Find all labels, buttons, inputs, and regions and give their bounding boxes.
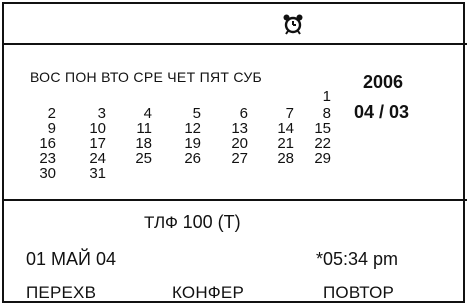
calendar-month-day: 04 / 03 — [354, 102, 410, 122]
calendar-weekday-header: ВОС ПОН ВТО СРЕ ЧЕТ ПЯТ СУБ — [30, 69, 263, 85]
current-date: 01 МАЙ 04 — [26, 249, 116, 269]
header-divider — [2, 43, 467, 45]
calendar-day: 31 — [89, 165, 106, 182]
calendar-day: 28 — [277, 150, 294, 167]
calendar-day: 15 — [314, 120, 331, 137]
calendar-day: 18 — [135, 135, 152, 152]
calendar-day: 25 — [135, 150, 152, 167]
line-number: 100 (T) — [182, 212, 241, 232]
calendar-day: 6 — [239, 105, 248, 122]
calendar-day: 1 — [322, 88, 331, 105]
calendar-day: 23 — [39, 150, 56, 167]
calendar-day: 27 — [231, 150, 248, 167]
calendar-divider — [2, 199, 467, 201]
line-label: ТЛФ — [144, 213, 178, 232]
alarm-clock-icon — [283, 14, 303, 35]
current-time: *05:34 pm — [316, 249, 399, 269]
calendar-day: 30 — [39, 165, 56, 182]
calendar-day: 16 — [39, 135, 56, 152]
calendar-day: 14 — [277, 120, 294, 137]
calendar-day: 2 — [47, 105, 56, 122]
calendar-day: 24 — [89, 150, 106, 167]
calendar-day: 17 — [89, 135, 106, 152]
calendar-day: 5 — [192, 105, 201, 122]
calendar-day: 9 — [47, 120, 56, 137]
softkey-pickup[interactable]: ПЕРЕХВ — [26, 283, 96, 303]
line-status: ТЛФ 100 (T) — [144, 212, 241, 233]
calendar-day: 21 — [277, 135, 294, 152]
calendar-day: 11 — [136, 120, 152, 137]
calendar-day: 20 — [231, 135, 248, 152]
calendar-day: 29 — [314, 150, 331, 167]
softkey-redial[interactable]: ПОВТОР — [323, 283, 394, 303]
calendar-day: 19 — [184, 135, 201, 152]
calendar-year: 2006 — [363, 72, 404, 92]
calendar-day: 4 — [143, 105, 152, 122]
calendar-day: 8 — [322, 105, 331, 122]
calendar-day: 10 — [89, 120, 106, 137]
calendar-day: 7 — [285, 105, 294, 122]
calendar-day: 12 — [184, 120, 201, 137]
calendar-day: 13 — [231, 120, 248, 137]
softkey-conference[interactable]: КОНФЕР — [172, 283, 244, 303]
calendar-day: 22 — [314, 135, 331, 152]
calendar-day: 3 — [97, 105, 106, 122]
calendar-day: 26 — [184, 150, 201, 167]
